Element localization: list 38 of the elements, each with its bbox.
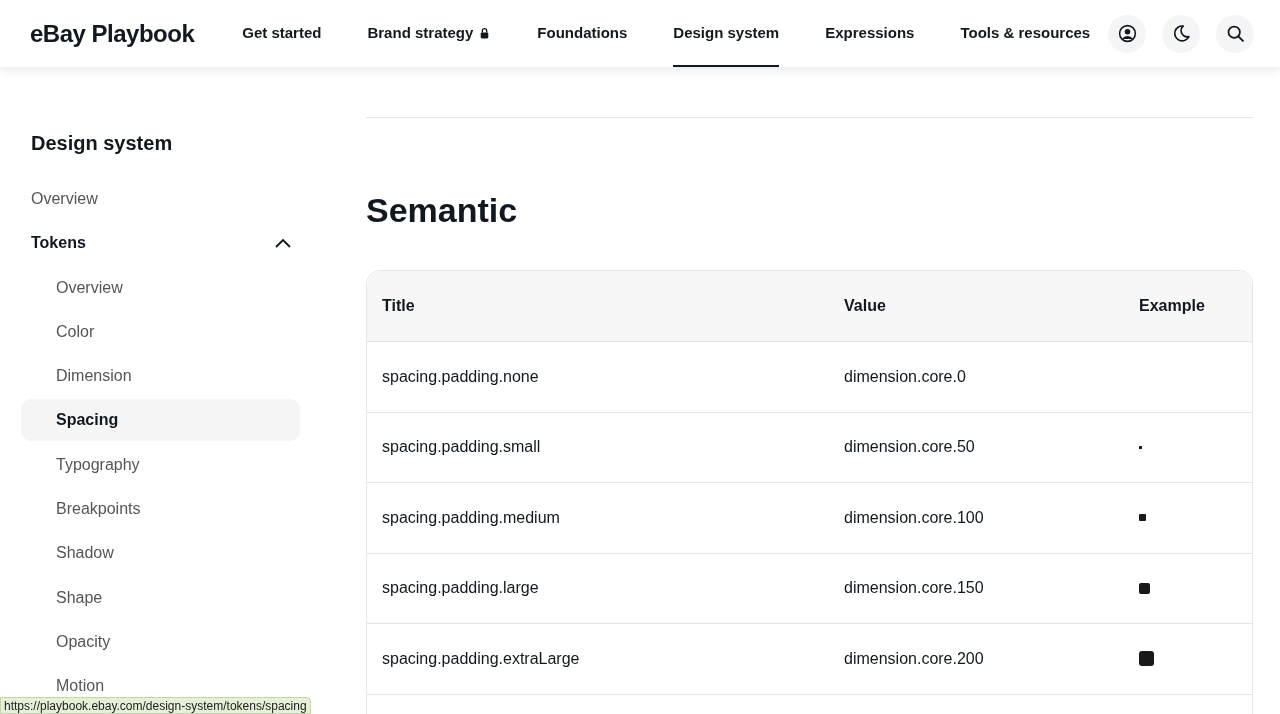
sidebar-item[interactable]: Color <box>21 310 300 353</box>
table-cell: dimension.core.100 <box>844 508 984 526</box>
table-cell: spacing.padding.small <box>382 438 541 456</box>
column-header: Example <box>1139 297 1205 314</box>
table-cell: dimension.core.0 <box>844 367 966 385</box>
sidebar-item[interactable]: Dimension <box>21 355 300 398</box>
table-cell: spacing.padding.large <box>382 579 539 597</box>
table-cell: dimension.core.150 <box>844 579 984 597</box>
account-icon <box>1116 23 1138 44</box>
sidebar-item[interactable]: Shadow <box>21 532 300 575</box>
sidebar-item[interactable]: Shape <box>21 576 300 619</box>
account-button[interactable] <box>1108 14 1146 53</box>
nav-link[interactable]: Design system <box>673 0 780 67</box>
nav-link[interactable]: Tools & resources <box>960 0 1091 67</box>
table-cell: spacing.padding.none <box>382 367 539 385</box>
table-cell: dimension.core.200 <box>844 649 984 667</box>
table-cell: dimension.core.50 <box>844 438 975 456</box>
search-button[interactable] <box>1216 14 1254 53</box>
sidebar-item[interactable]: Overview <box>21 178 300 220</box>
column-header: Value <box>844 297 886 314</box>
sidebar-item[interactable]: Opacity <box>21 620 300 663</box>
table-cell: spacing.padding.extraLarge <box>382 649 580 667</box>
sidebar-item[interactable]: Breakpoints <box>21 488 300 531</box>
sidebar-item[interactable]: Typography <box>21 443 300 486</box>
url-tooltip: https://playbook.ebay.com/design-system/tokens/spacing <box>0 697 311 714</box>
nav-link[interactable]: Brand strategy <box>367 0 492 67</box>
sidebar-item[interactable]: Spacing <box>21 399 300 442</box>
logo[interactable]: eBay Playbook <box>30 15 195 52</box>
sidebar-item[interactable]: Tokens <box>21 222 300 265</box>
section-title: Semantic <box>366 190 519 231</box>
nav-link[interactable]: Foundations <box>537 0 628 67</box>
table-cell: spacing.padding.medium <box>382 508 560 526</box>
column-header: Title <box>382 297 415 314</box>
nav-link[interactable]: Expressions <box>825 0 915 67</box>
sidebar-item[interactable]: Overview <box>21 266 300 309</box>
sidebar-title: Design system <box>30 131 174 156</box>
moon-button[interactable] <box>1162 14 1200 53</box>
nav-link[interactable]: Get started <box>242 0 322 67</box>
